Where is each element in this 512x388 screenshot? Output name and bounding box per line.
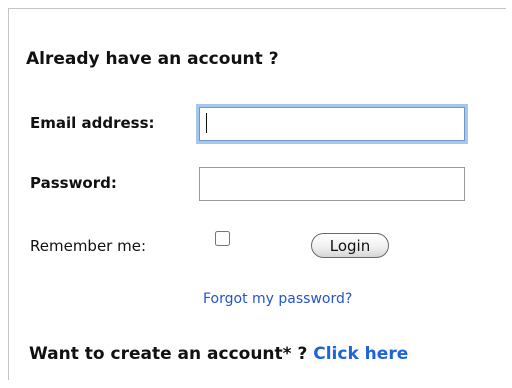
forgot-password-link[interactable]: Forgot my password?: [203, 291, 352, 308]
email-label: Email address:: [30, 114, 155, 132]
email-input[interactable]: [199, 107, 465, 141]
text-caret: [206, 113, 207, 133]
remember-me-checkbox[interactable]: [215, 231, 230, 246]
click-here-link[interactable]: Click here: [313, 344, 408, 364]
login-button[interactable]: Login: [311, 233, 389, 258]
create-account-text: Want to create an account* ?: [29, 344, 314, 364]
create-account-prompt: Want to create an account* ? Click here: [29, 344, 408, 364]
password-input[interactable]: [199, 167, 465, 201]
password-label: Password:: [30, 174, 117, 192]
already-account-heading: Already have an account ?: [26, 49, 279, 69]
remember-me-label: Remember me:: [30, 237, 147, 255]
